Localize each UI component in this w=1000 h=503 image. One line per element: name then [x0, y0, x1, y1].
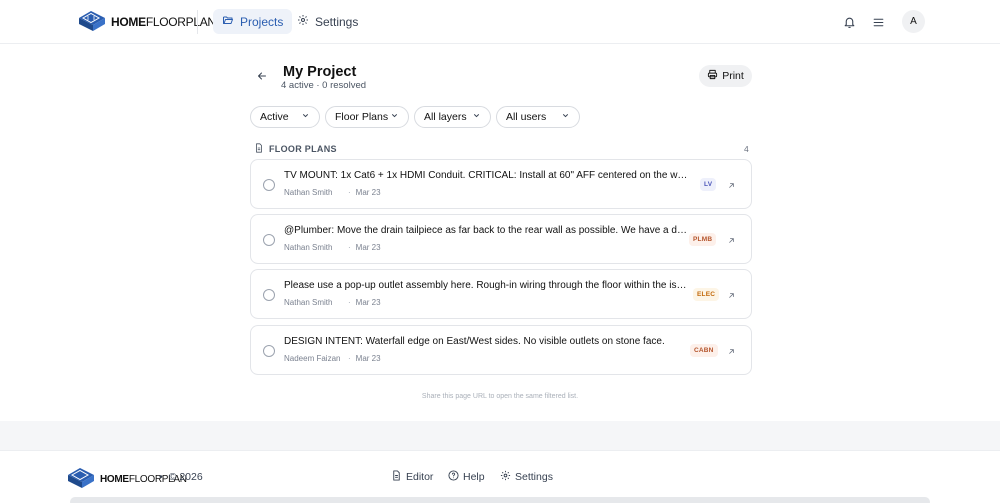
list-item[interactable]: @Plumber: Move the drain tailpiece as fa… [250, 214, 752, 264]
footer-link-label: Settings [515, 471, 553, 483]
printer-icon [707, 69, 718, 83]
house-logo-icon [77, 8, 107, 37]
category-filter-dropdown[interactable]: Floor Plans [325, 106, 409, 128]
document-icon [391, 470, 402, 484]
users-filter-dropdown[interactable]: All users [496, 106, 580, 128]
list-item[interactable]: Please use a pop-up outlet assembly here… [250, 269, 752, 319]
item-author: Nadeem Faizan [284, 354, 341, 363]
users-filter-value: All users [506, 111, 547, 123]
tab-projects[interactable]: Projects [213, 9, 293, 34]
folder-open-icon [222, 14, 234, 29]
item-author: Nathan Smith [284, 298, 333, 307]
copyright-text: © 2026 [168, 471, 203, 483]
resolve-checkbox[interactable] [263, 345, 275, 357]
item-text: @Plumber: Move the drain tailpiece as fa… [284, 225, 688, 236]
resolve-checkbox[interactable] [263, 234, 275, 246]
footer-copyright: • © 2026 [159, 471, 203, 483]
footer-link-editor[interactable]: Editor [391, 470, 433, 484]
status-filter-dropdown[interactable]: Active [250, 106, 320, 128]
meta-separator: · [348, 243, 351, 252]
open-external-icon[interactable] [725, 289, 737, 301]
item-date: Mar 23 [355, 188, 381, 197]
back-arrow-icon[interactable] [253, 67, 271, 85]
share-hint: Share this page URL to open the same fil… [421, 393, 579, 400]
brand-logo[interactable]: HOMEFLOORPLAN [77, 9, 216, 35]
resolve-checkbox[interactable] [263, 289, 275, 301]
item-date: Mar 23 [355, 243, 381, 252]
menu-icon[interactable] [868, 12, 888, 32]
section-label: FLOOR PLANS [269, 144, 337, 154]
list-item[interactable]: TV MOUNT: 1x Cat6 + 1x HDMI Conduit. CRI… [250, 159, 752, 209]
section-header: FLOOR PLANS [254, 143, 337, 155]
footer-link-label: Help [463, 471, 485, 483]
gear-icon [500, 470, 511, 484]
footer-link-label: Editor [406, 471, 434, 483]
status-filter-value: Active [260, 111, 289, 123]
tab-projects-label: Projects [240, 14, 284, 29]
section-count: 4 [744, 144, 749, 154]
item-text: Please use a pop-up outlet assembly here… [284, 280, 688, 291]
bullet-separator: • [159, 471, 163, 483]
meta-separator: · [348, 298, 351, 307]
item-meta: Nathan Smith · Mar 23 [284, 188, 381, 197]
item-date: Mar 23 [355, 354, 381, 363]
open-external-icon[interactable] [725, 179, 737, 191]
layers-filter-dropdown[interactable]: All layers [414, 106, 491, 128]
bell-icon[interactable] [839, 12, 859, 32]
chevron-down-icon [561, 111, 570, 123]
document-icon [254, 143, 264, 155]
meta-separator: · [348, 188, 351, 197]
brand-wordmark: HOMEFLOORPLAN [111, 15, 216, 29]
brand-name-thin: FLOORPLAN [145, 15, 216, 29]
trade-tag: CABN [690, 344, 718, 357]
tab-settings-label: Settings [315, 14, 359, 29]
meta-separator: · [348, 354, 351, 363]
gear-icon [297, 14, 309, 29]
open-external-icon[interactable] [725, 345, 737, 357]
print-button[interactable]: Print [699, 65, 752, 87]
brand-name-bold: HOME [100, 474, 129, 485]
footer-link-settings[interactable]: Settings [500, 470, 553, 484]
trade-tag: LV [700, 178, 717, 191]
user-avatar[interactable]: A [902, 10, 925, 33]
item-text: TV MOUNT: 1x Cat6 + 1x HDMI Conduit. CRI… [284, 170, 688, 181]
header-divider [197, 10, 198, 34]
item-meta: Nathan Smith · Mar 23 [284, 298, 381, 307]
item-text: DESIGN INTENT: Waterfall edge on East/We… [284, 336, 665, 347]
project-status-summary: 4 active · 0 resolved [281, 80, 367, 91]
page-title: My Project [283, 64, 357, 80]
open-external-icon[interactable] [725, 234, 737, 246]
footer-link-help[interactable]: Help [448, 470, 485, 484]
chevron-down-icon [390, 111, 399, 123]
trade-tag: PLMB [689, 233, 717, 246]
item-author: Nathan Smith [284, 243, 333, 252]
item-date: Mar 23 [355, 298, 381, 307]
brand-name-bold: HOME [111, 15, 146, 29]
footer-spacer [0, 421, 1000, 450]
print-button-label: Print [722, 70, 744, 82]
trade-tag: ELEC [693, 288, 720, 301]
item-meta: Nathan Smith · Mar 23 [284, 243, 381, 252]
help-circle-icon [448, 470, 459, 484]
list-item[interactable]: DESIGN INTENT: Waterfall edge on East/We… [250, 325, 752, 375]
layers-filter-value: All layers [424, 111, 467, 123]
house-logo-icon [66, 465, 96, 494]
chevron-down-icon [301, 111, 310, 123]
category-filter-value: Floor Plans [335, 111, 389, 123]
tab-settings[interactable]: Settings [288, 9, 367, 34]
chevron-down-icon [472, 111, 481, 123]
item-author: Nathan Smith [284, 188, 333, 197]
resolve-checkbox[interactable] [263, 179, 275, 191]
bottom-shadow [70, 497, 930, 503]
item-meta: Nadeem Faizan · Mar 23 [284, 354, 381, 363]
